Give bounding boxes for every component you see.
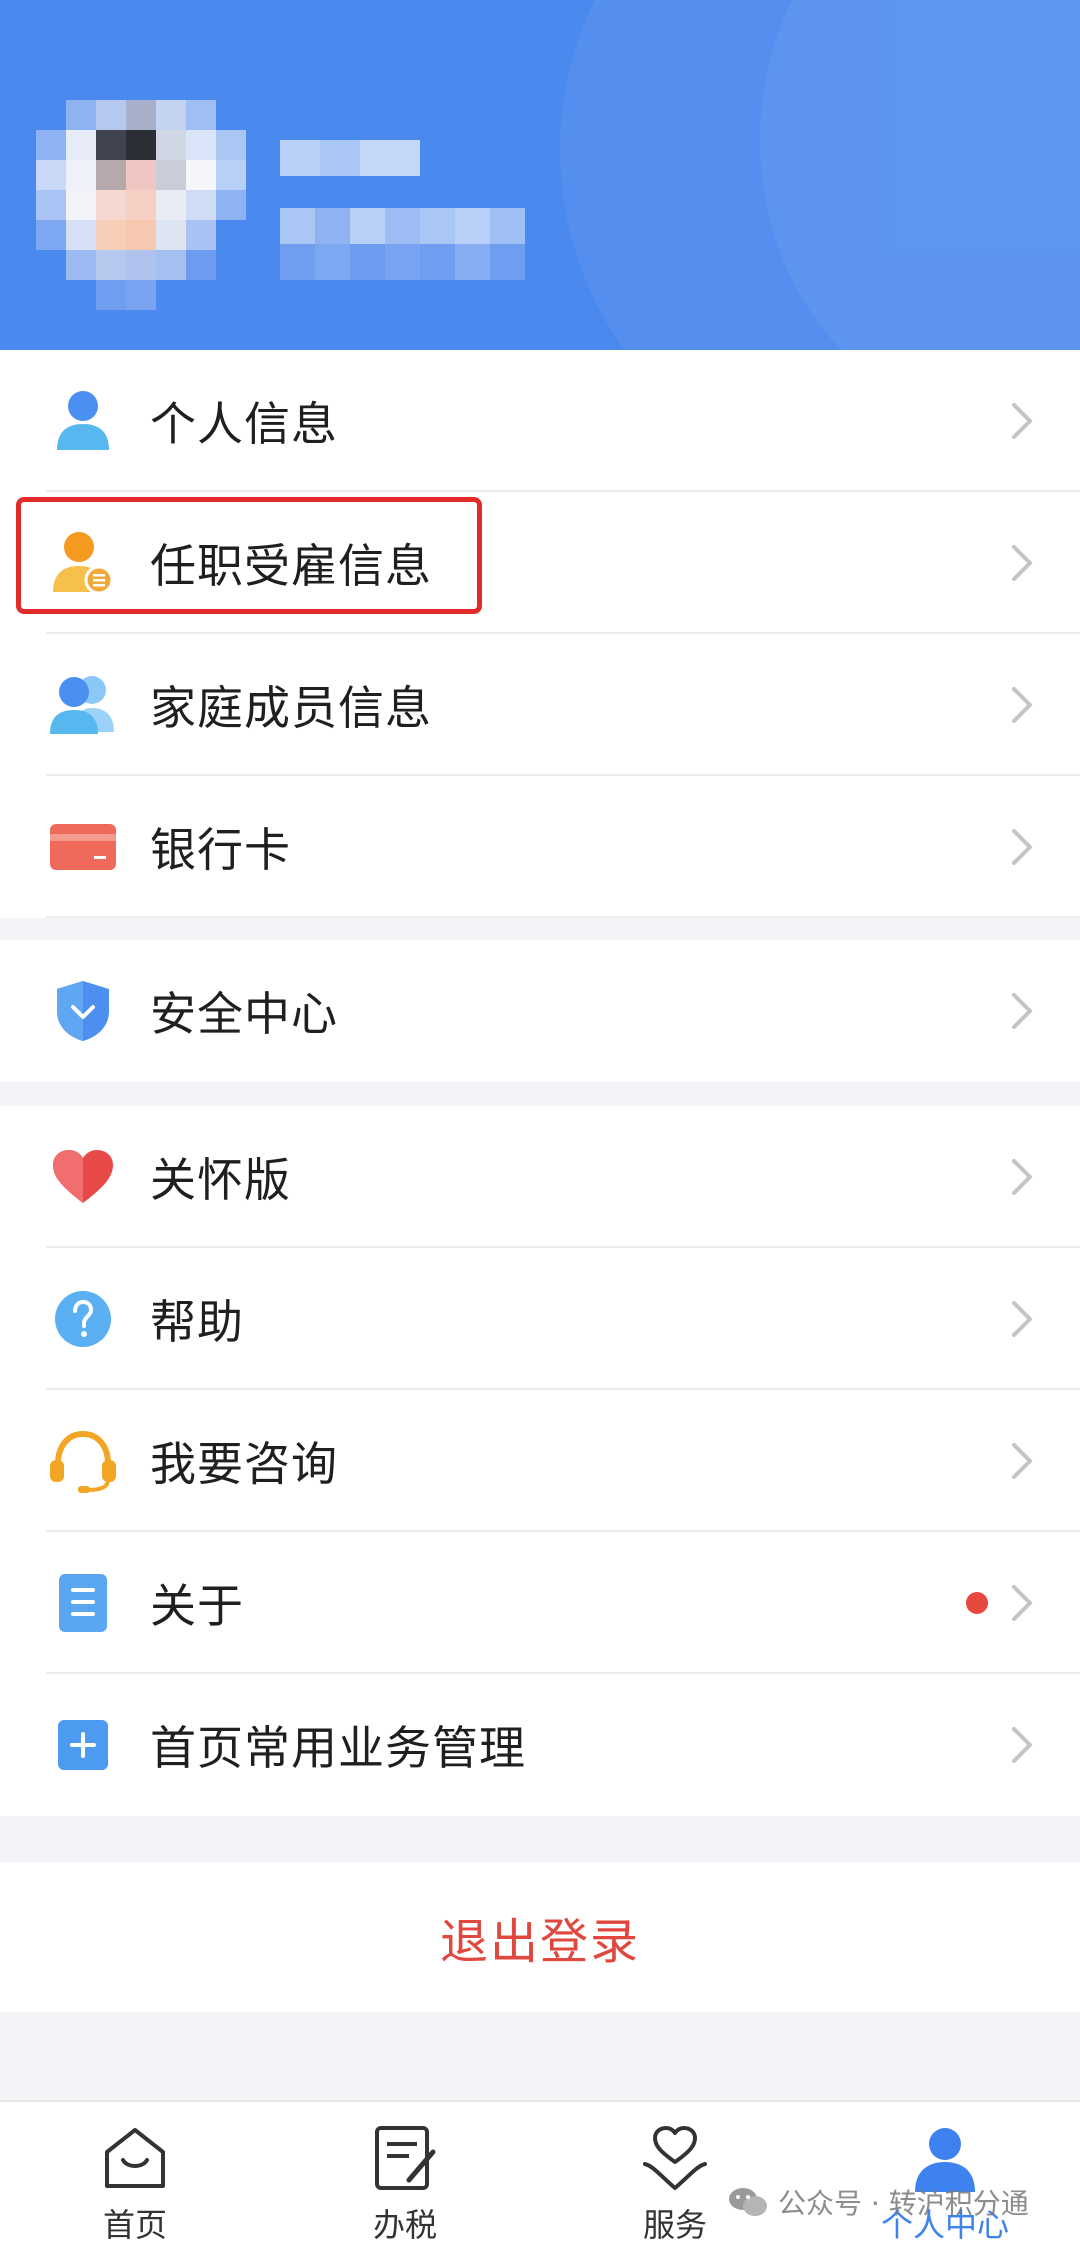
- avatar[interactable]: [36, 100, 246, 310]
- tab-label: 首页: [102, 2206, 167, 2244]
- tab-home[interactable]: 首页: [35, 2102, 235, 2250]
- chevron-right-icon: [1012, 829, 1032, 865]
- chevron-right-icon: [1012, 1159, 1032, 1195]
- tab-label: 办税: [372, 2206, 437, 2244]
- document-icon: [48, 1568, 118, 1638]
- chevron-right-icon: [1012, 687, 1032, 723]
- menu-item-label: 首页常用业务管理: [150, 1721, 526, 1775]
- chevron-right-icon: [1012, 545, 1032, 581]
- menu-item-about[interactable]: 关于: [0, 1532, 1080, 1674]
- tab-tax[interactable]: 办税: [305, 2102, 505, 2250]
- menu-item-care-mode[interactable]: 关怀版: [0, 1106, 1080, 1248]
- logout-label: 退出登录: [439, 1914, 640, 1970]
- tab-service[interactable]: 服务: [575, 2102, 775, 2250]
- user-name-pixelated: [280, 140, 420, 176]
- menu-item-label: 我要咨询: [150, 1437, 338, 1491]
- service-heart-icon: [643, 2126, 707, 2190]
- help-icon: [48, 1284, 118, 1354]
- menu-item-family-members[interactable]: 家庭成员信息: [0, 634, 1080, 776]
- tax-form-icon: [375, 2126, 436, 2190]
- family-members-icon: [48, 670, 118, 740]
- plus-square-icon: [48, 1710, 118, 1780]
- heart-icon: [48, 1142, 118, 1212]
- menu-item-consult[interactable]: 我要咨询: [0, 1390, 1080, 1532]
- menu-item-label: 关于: [150, 1579, 244, 1633]
- menu-group-personal: 个人信息 任职受雇信息 家庭成员信息 银行卡: [0, 350, 1080, 918]
- highlight-box: [16, 497, 482, 614]
- chevron-right-icon: [1012, 1727, 1032, 1763]
- wechat-icon: [729, 2188, 767, 2216]
- chevron-right-icon: [1012, 1301, 1032, 1337]
- menu-item-personal-info[interactable]: 个人信息: [0, 350, 1080, 492]
- menu-item-label: 安全中心: [150, 987, 338, 1041]
- headset-icon: [48, 1426, 118, 1496]
- user-subtitle-pixelated: [280, 208, 525, 280]
- bank-card-icon: [48, 812, 118, 882]
- tab-profile[interactable]: 个人中心: [845, 2102, 1045, 2250]
- header-decoration: [760, 0, 1080, 350]
- menu-item-label: 个人信息: [150, 397, 338, 451]
- shield-icon: [48, 976, 118, 1046]
- person-icon: [48, 386, 118, 456]
- menu-item-bank-card[interactable]: 银行卡: [0, 776, 1080, 918]
- chevron-right-icon: [1012, 1443, 1032, 1479]
- new-badge-dot: [966, 1592, 988, 1614]
- menu-item-home-business-management[interactable]: 首页常用业务管理: [0, 1674, 1080, 1816]
- chevron-right-icon: [1012, 403, 1032, 439]
- menu-item-help[interactable]: 帮助: [0, 1248, 1080, 1390]
- logout-button[interactable]: 退出登录: [0, 1862, 1080, 2012]
- menu-item-label: 关怀版: [150, 1153, 291, 1207]
- menu-group-other: 关怀版 帮助 我要咨询 关于 首页常用业务管理: [0, 1106, 1080, 1816]
- divider: [46, 916, 1080, 918]
- profile-header: [0, 0, 1080, 350]
- menu-item-label: 银行卡: [150, 823, 291, 877]
- bottom-tab-bar: 首页 办税 服务 个人中心: [0, 2100, 1080, 2250]
- watermark-text: 公众号 · 转沪积分通: [778, 2187, 1029, 2220]
- chevron-right-icon: [1012, 1585, 1032, 1621]
- chevron-right-icon: [1012, 993, 1032, 1029]
- menu-item-security-center[interactable]: 安全中心: [0, 940, 1080, 1082]
- menu-group-security: 安全中心: [0, 940, 1080, 1082]
- menu-item-label: 帮助: [150, 1295, 244, 1349]
- home-icon: [105, 2128, 165, 2188]
- menu-item-label: 家庭成员信息: [150, 681, 432, 735]
- watermark: 公众号 · 转沪积分通: [728, 2182, 1029, 2222]
